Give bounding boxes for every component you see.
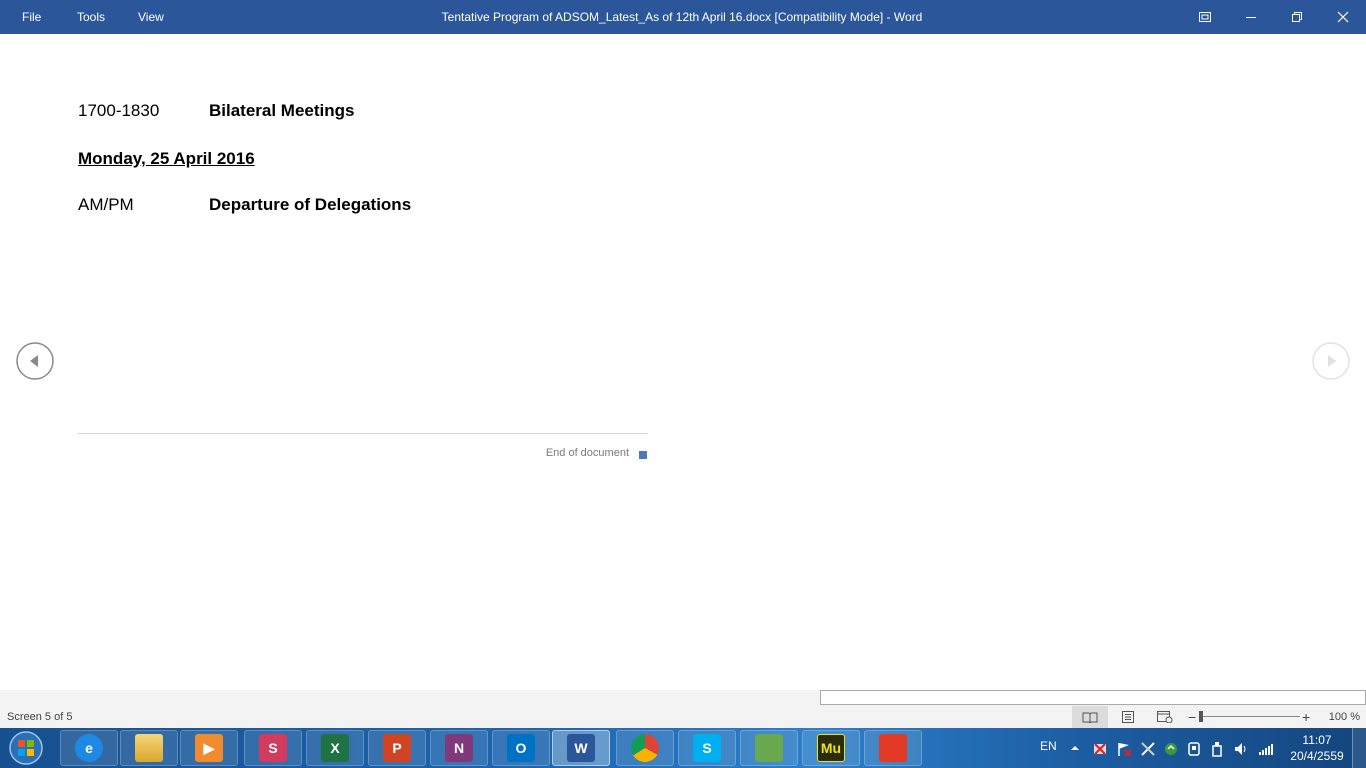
zoom-out-button[interactable]: − <box>1188 706 1196 728</box>
show-hidden-icons-icon[interactable] <box>1070 743 1080 753</box>
outlook-icon: O <box>507 734 535 762</box>
sync-icon[interactable] <box>1163 741 1179 757</box>
signal-strength-icon[interactable] <box>1258 741 1274 757</box>
powerpoint-icon: P <box>383 734 411 762</box>
schedule-event: Bilateral Meetings <box>209 101 355 120</box>
language-indicator[interactable]: EN <box>1040 739 1057 753</box>
restore-icon <box>1292 12 1302 22</box>
taskbar: e ▶ S X P N O W S Mu EN 11:07 20/4/2559 <box>0 728 1366 768</box>
zoom-level[interactable]: 100 % <box>1320 706 1360 728</box>
schedule-event: Departure of Delegations <box>209 195 412 214</box>
clock-time: 11:07 <box>1302 733 1332 747</box>
media-player-icon: ▶ <box>195 734 223 762</box>
network-warning-icon[interactable] <box>1092 741 1108 757</box>
taskbar-app-button[interactable]: P <box>368 730 426 766</box>
system-tray: EN <box>1030 728 1280 768</box>
taskbar-app-button[interactable]: S <box>244 730 302 766</box>
read-mode-icon <box>1082 712 1098 723</box>
menu-file[interactable]: File <box>14 0 49 34</box>
taskbar-app-button[interactable] <box>864 730 922 766</box>
taskbar-app-button[interactable]: N <box>430 730 488 766</box>
start-button[interactable] <box>4 730 48 766</box>
status-bar: Screen 5 of 5 − + 100 % <box>0 706 1366 728</box>
horizontal-scroll-thumb[interactable] <box>820 690 1366 705</box>
web-layout-icon <box>1157 711 1173 723</box>
menu-tools[interactable]: Tools <box>69 0 113 34</box>
previous-screen-icon[interactable] <box>16 342 54 380</box>
taskbar-app-button[interactable]: W <box>552 730 610 766</box>
taskbar-app-button[interactable]: ▶ <box>180 730 238 766</box>
zoom-slider[interactable] <box>1199 716 1300 717</box>
end-of-document-label: End of document <box>545 447 629 459</box>
windows-start-icon <box>9 731 43 765</box>
taskbar-app-button[interactable] <box>740 730 798 766</box>
browser-swirl-icon: S <box>259 734 287 762</box>
onenote-icon: N <box>445 734 473 762</box>
print-layout-icon <box>1122 711 1134 723</box>
network-people-icon <box>755 734 783 762</box>
close-button[interactable] <box>1320 0 1366 34</box>
usb-icon[interactable] <box>1209 741 1225 757</box>
window-title: Tentative Program of ADSOM_Latest_As of … <box>441 10 923 24</box>
taskbar-app-button[interactable]: X <box>306 730 364 766</box>
zoom-slider-thumb[interactable] <box>1199 711 1203 722</box>
taskbar-app-button[interactable]: e <box>60 730 118 766</box>
minimize-icon <box>1246 17 1256 18</box>
end-divider <box>78 433 648 434</box>
taskbar-app-button[interactable] <box>120 730 178 766</box>
file-explorer-icon <box>135 734 163 762</box>
screen-count: Screen 5 of 5 <box>7 711 73 723</box>
taskbar-app-button[interactable]: Mu <box>802 730 860 766</box>
taskbar-app-button[interactable]: O <box>492 730 550 766</box>
muse-icon: Mu <box>817 734 845 762</box>
system-clock[interactable]: 11:07 20/4/2559 <box>1282 732 1352 764</box>
minimize-button[interactable] <box>1228 0 1274 34</box>
menu-view[interactable]: View <box>130 0 172 34</box>
word-icon: W <box>567 734 595 762</box>
acrobat-icon <box>879 734 907 762</box>
date-heading: Monday, 25 April 2016 <box>78 149 255 168</box>
device-icon[interactable] <box>1186 741 1202 757</box>
chrome-icon <box>631 734 659 762</box>
show-desktop-button[interactable] <box>1352 728 1366 768</box>
tools-icon[interactable] <box>1140 741 1156 757</box>
read-mode-button[interactable] <box>1072 706 1108 728</box>
taskbar-app-button[interactable] <box>616 730 674 766</box>
print-layout-button[interactable] <box>1110 706 1146 728</box>
restore-button[interactable] <box>1274 0 1320 34</box>
full-screen-icon <box>1199 12 1211 22</box>
internet-explorer-icon: e <box>75 734 103 762</box>
skype-icon: S <box>693 734 721 762</box>
close-icon <box>1337 11 1349 23</box>
schedule-time: 1700-1830 <box>78 101 160 120</box>
next-screen-icon[interactable] <box>1312 342 1350 380</box>
end-of-document-marker <box>639 451 647 459</box>
flag-icon[interactable] <box>1116 741 1132 757</box>
taskbar-app-button[interactable]: S <box>678 730 736 766</box>
document-page[interactable]: 1700-1830 Bilateral Meetings Monday, 25 … <box>0 34 1366 690</box>
full-screen-button[interactable] <box>1182 0 1228 34</box>
schedule-time: AM/PM <box>78 195 134 214</box>
excel-icon: X <box>321 734 349 762</box>
clock-date: 20/4/2559 <box>1290 749 1344 763</box>
web-layout-button[interactable] <box>1147 706 1183 728</box>
title-bar: File Tools View Tentative Program of ADS… <box>0 0 1366 34</box>
zoom-in-button[interactable]: + <box>1302 706 1310 728</box>
volume-icon[interactable] <box>1233 741 1249 757</box>
